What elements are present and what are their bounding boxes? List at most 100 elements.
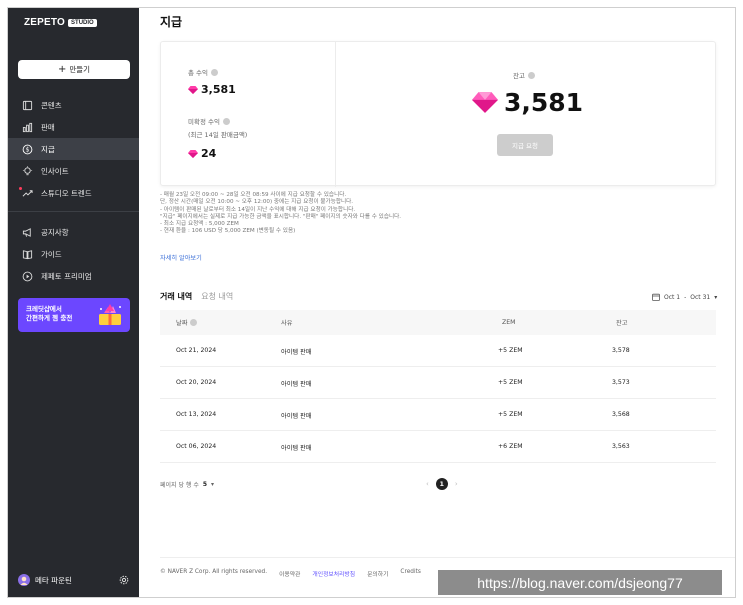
svg-text:$: $ bbox=[26, 146, 30, 153]
sidebar-item-label: 지급 bbox=[41, 144, 55, 154]
zem-gem-icon bbox=[472, 92, 498, 113]
transactions-table: 날짜 사유 ZEM 잔고 Oct 21, 2024 아이템 판매 +5 ZEM … bbox=[160, 310, 716, 463]
total-revenue-label: 총 수익 bbox=[188, 69, 209, 77]
cell-zem: +5 ZEM bbox=[498, 347, 523, 354]
note-line: 단, 정산 시간(매일 오전 10:00 ~ 오후 12:00) 중에는 지급 … bbox=[160, 199, 354, 206]
cell-date: Oct 20, 2024 bbox=[176, 379, 217, 386]
sidebar-item-insight[interactable]: 인사이트 bbox=[8, 160, 139, 182]
credit-shop-banner[interactable]: 크레딧샵에서 간편하게 젬 충전 bbox=[18, 298, 130, 332]
sidebar-item-payout[interactable]: $ 지급 bbox=[8, 138, 139, 160]
sidebar-item-premium[interactable]: 제페토 프리미엄 bbox=[8, 265, 139, 287]
sidebar-item-label: 판매 bbox=[41, 122, 55, 132]
payout-notes: - 매월 23일 오전 09:00 ~ 28일 오전 08:59 사이에 지급 … bbox=[160, 192, 720, 236]
sidebar-item-label: 콘텐츠 bbox=[41, 100, 62, 110]
sidebar-item-label: 가이드 bbox=[41, 249, 62, 259]
column-zem: ZEM bbox=[502, 319, 516, 326]
learn-more-link[interactable]: 자세히 알아보기 bbox=[160, 253, 202, 262]
create-button[interactable]: + 만들기 bbox=[18, 60, 130, 79]
footer: © NAVER Z Corp. All rights reserved. 이용약… bbox=[160, 569, 421, 578]
cell-date: Oct 13, 2024 bbox=[176, 411, 217, 418]
cell-balance: 3,563 bbox=[612, 443, 630, 450]
withdraw-request-button[interactable]: 지급 요청 bbox=[497, 134, 553, 156]
cell-date: Oct 21, 2024 bbox=[176, 347, 217, 354]
date-from: Oct 1 bbox=[664, 293, 681, 301]
logo[interactable]: ZEPETO STUDIO bbox=[24, 17, 97, 28]
book-icon bbox=[22, 249, 33, 260]
note-line: "지급" 페이지에서는 실제로 지급 가능한 금액을 표시합니다. "판매" 페… bbox=[160, 213, 402, 220]
sidebar-item-content[interactable]: 콘텐츠 bbox=[8, 94, 139, 116]
page-1-button[interactable]: 1 bbox=[435, 478, 448, 490]
cell-reason: 아이템 판매 bbox=[281, 381, 312, 388]
date-separator: - bbox=[684, 293, 687, 301]
sidebar-item-studio-trend[interactable]: 스튜디오 트렌드 bbox=[8, 182, 139, 204]
info-icon[interactable] bbox=[222, 117, 230, 125]
column-reason: 사유 bbox=[281, 320, 293, 327]
sidebar-item-notice[interactable]: 공지사항 bbox=[8, 221, 139, 243]
info-icon[interactable] bbox=[527, 71, 535, 79]
footer-link-credits[interactable]: Credits bbox=[400, 569, 420, 578]
unsettled-revenue-block: 미확정 수익 (최근 14일 판매금액) 24 bbox=[188, 116, 247, 160]
column-date-label: 날짜 bbox=[176, 320, 188, 327]
prev-page-button[interactable]: ‹ bbox=[426, 480, 429, 488]
bar-chart-icon bbox=[22, 122, 33, 133]
rows-per-page-select[interactable]: 페이지 당 행 수 5 ▾ bbox=[160, 480, 214, 489]
cell-balance: 3,568 bbox=[612, 411, 630, 418]
lightbulb-icon bbox=[22, 165, 33, 177]
table-row: Oct 13, 2024 아이템 판매 +5 ZEM 3,568 bbox=[160, 399, 716, 431]
date-to: Oct 31 bbox=[690, 293, 711, 301]
sidebar-item-label: 스튜디오 트렌드 bbox=[41, 188, 92, 198]
unsettled-revenue-value: 24 bbox=[201, 147, 217, 160]
tab-transactions[interactable]: 거래 내역 bbox=[160, 291, 192, 302]
footer-link-privacy[interactable]: 개인정보처리방침 bbox=[312, 569, 355, 578]
cell-zem: +5 ZEM bbox=[498, 411, 523, 418]
cell-reason: 아이템 판매 bbox=[281, 413, 312, 420]
cell-date: Oct 06, 2024 bbox=[176, 443, 217, 450]
rows-per-page-value: 5 bbox=[202, 481, 208, 488]
sidebar-nav-main: 콘텐츠 판매 $ 지급 인사이트 스튜디오 트렌드 bbox=[8, 94, 139, 204]
logo-badge: STUDIO bbox=[68, 18, 97, 27]
next-page-button[interactable]: › bbox=[455, 480, 458, 488]
total-revenue-value: 3,581 bbox=[201, 83, 236, 96]
page-title: 지급 bbox=[160, 15, 183, 29]
history-tabs: 거래 내역 요청 내역 bbox=[160, 291, 233, 302]
trend-icon bbox=[22, 188, 33, 199]
gift-icon bbox=[99, 304, 121, 325]
gear-icon[interactable] bbox=[118, 574, 130, 586]
footer-link-contact[interactable]: 문의하기 bbox=[367, 569, 388, 578]
zem-gem-icon bbox=[188, 85, 198, 94]
avatar bbox=[18, 574, 30, 586]
footer-link-terms[interactable]: 이용약관 bbox=[279, 569, 300, 578]
balance-value: 3,581 bbox=[504, 88, 584, 117]
copyright: © NAVER Z Corp. All rights reserved. bbox=[160, 569, 268, 575]
dollar-icon: $ bbox=[22, 144, 33, 155]
unsettled-revenue-sub: (최근 14일 판매금액) bbox=[188, 131, 248, 139]
balance-label-row: 잔고 bbox=[513, 70, 535, 80]
chevron-down-icon: ▾ bbox=[714, 293, 718, 301]
rows-per-page-label: 페이지 당 행 수 bbox=[160, 482, 199, 489]
logo-text: ZEPETO bbox=[24, 17, 66, 28]
tab-requests[interactable]: 요청 내역 bbox=[201, 291, 233, 302]
sidebar-divider bbox=[8, 211, 139, 212]
sidebar-item-label: 인사이트 bbox=[41, 166, 69, 176]
sidebar-item-guide[interactable]: 가이드 bbox=[8, 243, 139, 265]
sidebar: ZEPETO STUDIO + 만들기 콘텐츠 판매 $ 지급 인사이트 스튜디… bbox=[8, 8, 139, 597]
info-icon[interactable] bbox=[190, 319, 198, 326]
column-balance: 잔고 bbox=[616, 320, 628, 327]
total-revenue-block: 총 수익 3,581 bbox=[188, 67, 236, 96]
info-icon[interactable] bbox=[211, 68, 219, 76]
create-button-label: 만들기 bbox=[69, 65, 91, 74]
user-profile[interactable]: 메타 파운틴 bbox=[18, 574, 72, 586]
card-divider bbox=[335, 42, 336, 187]
note-line: - 현재 환율 : 106 USD 당 5,000 ZEM (변동될 수 있음) bbox=[160, 228, 296, 235]
cell-reason: 아이템 판매 bbox=[281, 445, 312, 452]
footer-divider bbox=[160, 557, 735, 558]
blog-watermark: https://blog.naver.com/dsjeong77 bbox=[438, 570, 722, 595]
main-content: 지급 총 수익 3,581 미확정 수익 (최근 14일 판매금액) 24 잔고… bbox=[139, 8, 735, 597]
date-range-picker[interactable]: Oct 1 - Oct 31 ▾ bbox=[652, 293, 717, 301]
cell-zem: +6 ZEM bbox=[498, 443, 523, 450]
sidebar-item-sales[interactable]: 판매 bbox=[8, 116, 139, 138]
table-row: Oct 06, 2024 아이템 판매 +6 ZEM 3,563 bbox=[160, 431, 716, 463]
cell-balance: 3,578 bbox=[612, 347, 630, 354]
table-row: Oct 20, 2024 아이템 판매 +5 ZEM 3,573 bbox=[160, 367, 716, 399]
balance-label: 잔고 bbox=[513, 72, 525, 80]
